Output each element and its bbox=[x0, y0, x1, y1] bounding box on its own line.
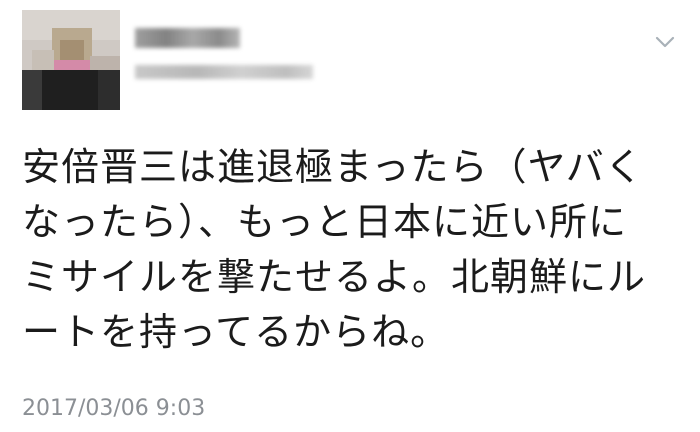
tweet-line: ートを持ってるからね。 bbox=[22, 310, 450, 354]
tweet-line: なったら）、もっと日本に近い所に bbox=[22, 200, 628, 244]
avatar-pixel bbox=[22, 70, 42, 110]
tweet-line: 安倍晋三は進退極まったら（ヤバく bbox=[22, 145, 644, 189]
chevron-down-icon[interactable] bbox=[655, 34, 675, 48]
tweet-timestamp[interactable]: 2017/03/06 9:03 bbox=[22, 396, 205, 421]
avatar-pixel bbox=[98, 70, 120, 110]
avatar[interactable] bbox=[22, 10, 120, 110]
chevron-down-icon-glyph bbox=[655, 36, 675, 48]
avatar-pixel bbox=[60, 40, 84, 60]
tweet-text: 安倍晋三は進退極まったら（ヤバく なったら）、もっと日本に近い所に ミサイルを撃… bbox=[22, 140, 690, 360]
display-name-blurred[interactable] bbox=[135, 28, 240, 48]
tweet-line: ミサイルを撃たせるよ。北朝鮮にル bbox=[22, 255, 647, 299]
avatar-pixel bbox=[32, 50, 54, 72]
handle-blurred bbox=[135, 65, 313, 79]
